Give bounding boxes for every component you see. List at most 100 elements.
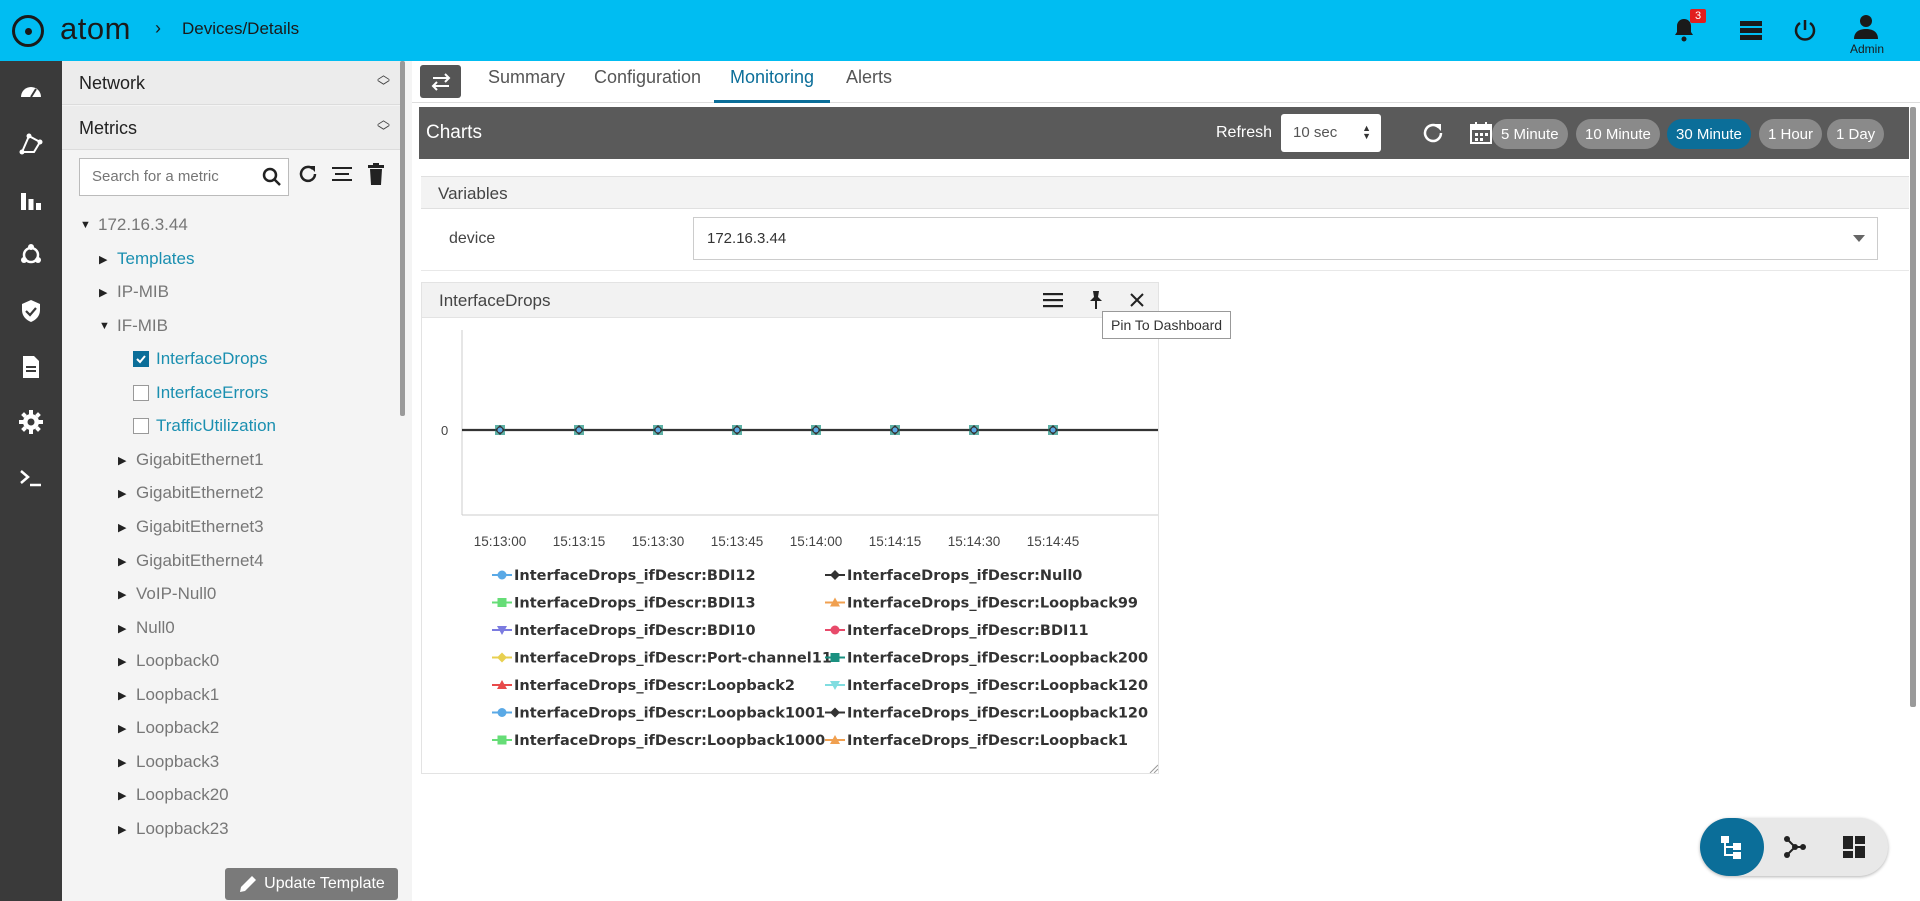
tree-node-loopback0[interactable]: ▶ Loopback0 [118,647,219,675]
dashboard-icon[interactable] [15,73,47,105]
metric-search-box[interactable] [79,158,289,196]
menu-icon[interactable] [1041,288,1065,312]
y-tick-label: 0 [441,423,448,438]
checkbox-icon[interactable] [133,418,149,434]
server-list-icon[interactable] [1735,14,1767,46]
tree-node-interface-drops[interactable]: InterfaceDrops [133,345,268,373]
range-10-minute[interactable]: 10 Minute [1576,119,1660,149]
data-point [655,427,661,433]
data-point [497,427,503,433]
analytics-icon[interactable] [15,184,47,216]
x-tick-label: 15:13:30 [632,534,685,549]
tree-node-ge2[interactable]: ▶ GigabitEthernet2 [118,479,264,507]
tree-node-ip-mib[interactable]: ▶ IP-MIB [99,278,169,306]
tab-alerts[interactable]: Alerts [846,67,892,88]
tabs-divider [412,102,1920,103]
legend-item: InterfaceDrops_ifDescr:Loopback1 [847,733,1128,749]
main-scrollbar[interactable] [1910,107,1916,707]
security-icon[interactable] [15,295,47,327]
metrics-section-header[interactable]: Metrics ︿ ﹀ [62,106,402,150]
data-point [734,427,740,433]
trash-icon[interactable] [363,161,389,187]
swap-view-button[interactable] [420,65,461,98]
update-template-button[interactable]: Update Template [225,868,398,900]
x-tick-label: 15:14:00 [790,534,843,549]
refresh-interval-select[interactable]: 10 sec ▲ ▼ [1281,114,1381,152]
legend-marker [830,570,840,580]
user-label[interactable]: Admin [1850,42,1884,56]
device-variable-label: device [449,230,496,247]
refresh-icon[interactable] [295,161,321,187]
refresh-interval-value: 10 sec [1293,124,1338,141]
pin-icon[interactable] [1084,288,1108,312]
calendar-icon[interactable] [1467,119,1495,147]
topology-icon[interactable] [15,128,47,160]
close-icon[interactable] [1125,288,1149,312]
device-select[interactable]: 172.16.3.44 [693,217,1878,260]
atom-logo-icon[interactable] [12,15,44,47]
legend-marker [497,708,507,717]
variables-title: Variables [438,184,508,203]
tree-root-node[interactable]: ▼ 172.16.3.44 [80,211,188,239]
tab-configuration[interactable]: Configuration [594,67,701,88]
dashboard-view-icon[interactable] [1840,833,1868,861]
range-5-minute[interactable]: 5 Minute [1492,119,1568,149]
tree-node-interface-errors[interactable]: InterfaceErrors [133,379,268,407]
chevron-down-icon [1853,235,1865,242]
terminal-icon[interactable] [15,462,47,494]
tree-node-voip-null0[interactable]: ▶ VoIP-Null0 [118,580,216,608]
settings-icon[interactable] [15,406,47,438]
legend-item: InterfaceDrops_ifDescr:Null0 [847,568,1082,584]
tree-node-loopback23[interactable]: ▶ Loopback23 [118,815,229,843]
tab-monitoring[interactable]: Monitoring [730,67,814,88]
legend-marker [497,570,507,580]
tree-node-loopback3[interactable]: ▶ Loopback3 [118,748,219,776]
legend-marker [830,707,840,718]
data-point [971,427,977,433]
tab-summary[interactable]: Summary [488,67,565,88]
topology-view-icon[interactable] [1780,833,1808,861]
power-icon[interactable] [1789,14,1821,46]
legend-item: InterfaceDrops_ifDescr:BDI13 [514,596,756,612]
documents-icon[interactable] [15,351,47,383]
metrics-tree-panel: Network ︿﹀ Metrics ︿﹀ ▼172.16.3.44 ▶Temp… [62,61,412,901]
range-1-hour[interactable]: 1 Hour [1759,119,1823,149]
tree-node-ge1[interactable]: ▶ GigabitEthernet1 [118,446,264,474]
expand-collapse-icon[interactable]: ︿ ﹀ [377,113,390,138]
data-point [1050,427,1056,433]
network-section-header[interactable]: Network ︿ ﹀ [62,61,402,105]
range-30-minute[interactable]: 30 Minute [1667,119,1751,149]
chart-panel-title: InterfaceDrops [439,291,551,310]
automation-icon[interactable] [15,239,47,271]
app-logo-text[interactable]: atom [60,11,131,47]
tree-node-if-mib[interactable]: ▼ IF-MIB [99,312,168,340]
legend-item: InterfaceDrops_ifDescr:Port-channel11 [514,651,832,667]
legend-marker [830,653,840,662]
update-template-label: Update Template [264,875,385,892]
tree-node-loopback20[interactable]: ▶ Loopback20 [118,781,229,809]
search-icon[interactable] [262,167,282,192]
tree-node-null0[interactable]: ▶ Null0 [118,614,175,642]
tree-scrollbar[interactable] [400,61,405,416]
checkbox-checked-icon[interactable] [133,351,149,367]
metric-search-input[interactable] [92,168,252,185]
refresh-chart-icon[interactable] [1419,119,1447,147]
tree-node-traffic-utilization[interactable]: TrafficUtilization [133,412,276,440]
select-arrows-icon: ▲ ▼ [1362,123,1371,141]
tree-node-loopback2[interactable]: ▶ Loopback2 [118,714,219,742]
tree-node-ge4[interactable]: ▶ GigabitEthernet4 [118,547,264,575]
data-point [892,427,898,433]
user-avatar-icon[interactable] [1850,10,1882,42]
tree-node-ge3[interactable]: ▶ GigabitEthernet3 [118,513,264,541]
tree-node-templates[interactable]: ▶ Templates [99,245,194,273]
tree-node-loopback1[interactable]: ▶ Loopback1 [118,681,219,709]
expand-collapse-icon[interactable]: ︿ ﹀ [377,68,390,93]
checkbox-icon[interactable] [133,385,149,401]
legend-marker [497,598,507,607]
sort-icon[interactable] [329,161,355,187]
tree-view-button[interactable] [1700,818,1764,876]
nav-rail [0,61,62,901]
range-1-day[interactable]: 1 Day [1827,119,1885,149]
interface-drops-chart-panel: InterfaceDrops 0 15:13:00 15:13:15 15:13:30… [421,282,1159,774]
legend-item: InterfaceDrops_ifDescr:Loopback99 [847,596,1138,612]
